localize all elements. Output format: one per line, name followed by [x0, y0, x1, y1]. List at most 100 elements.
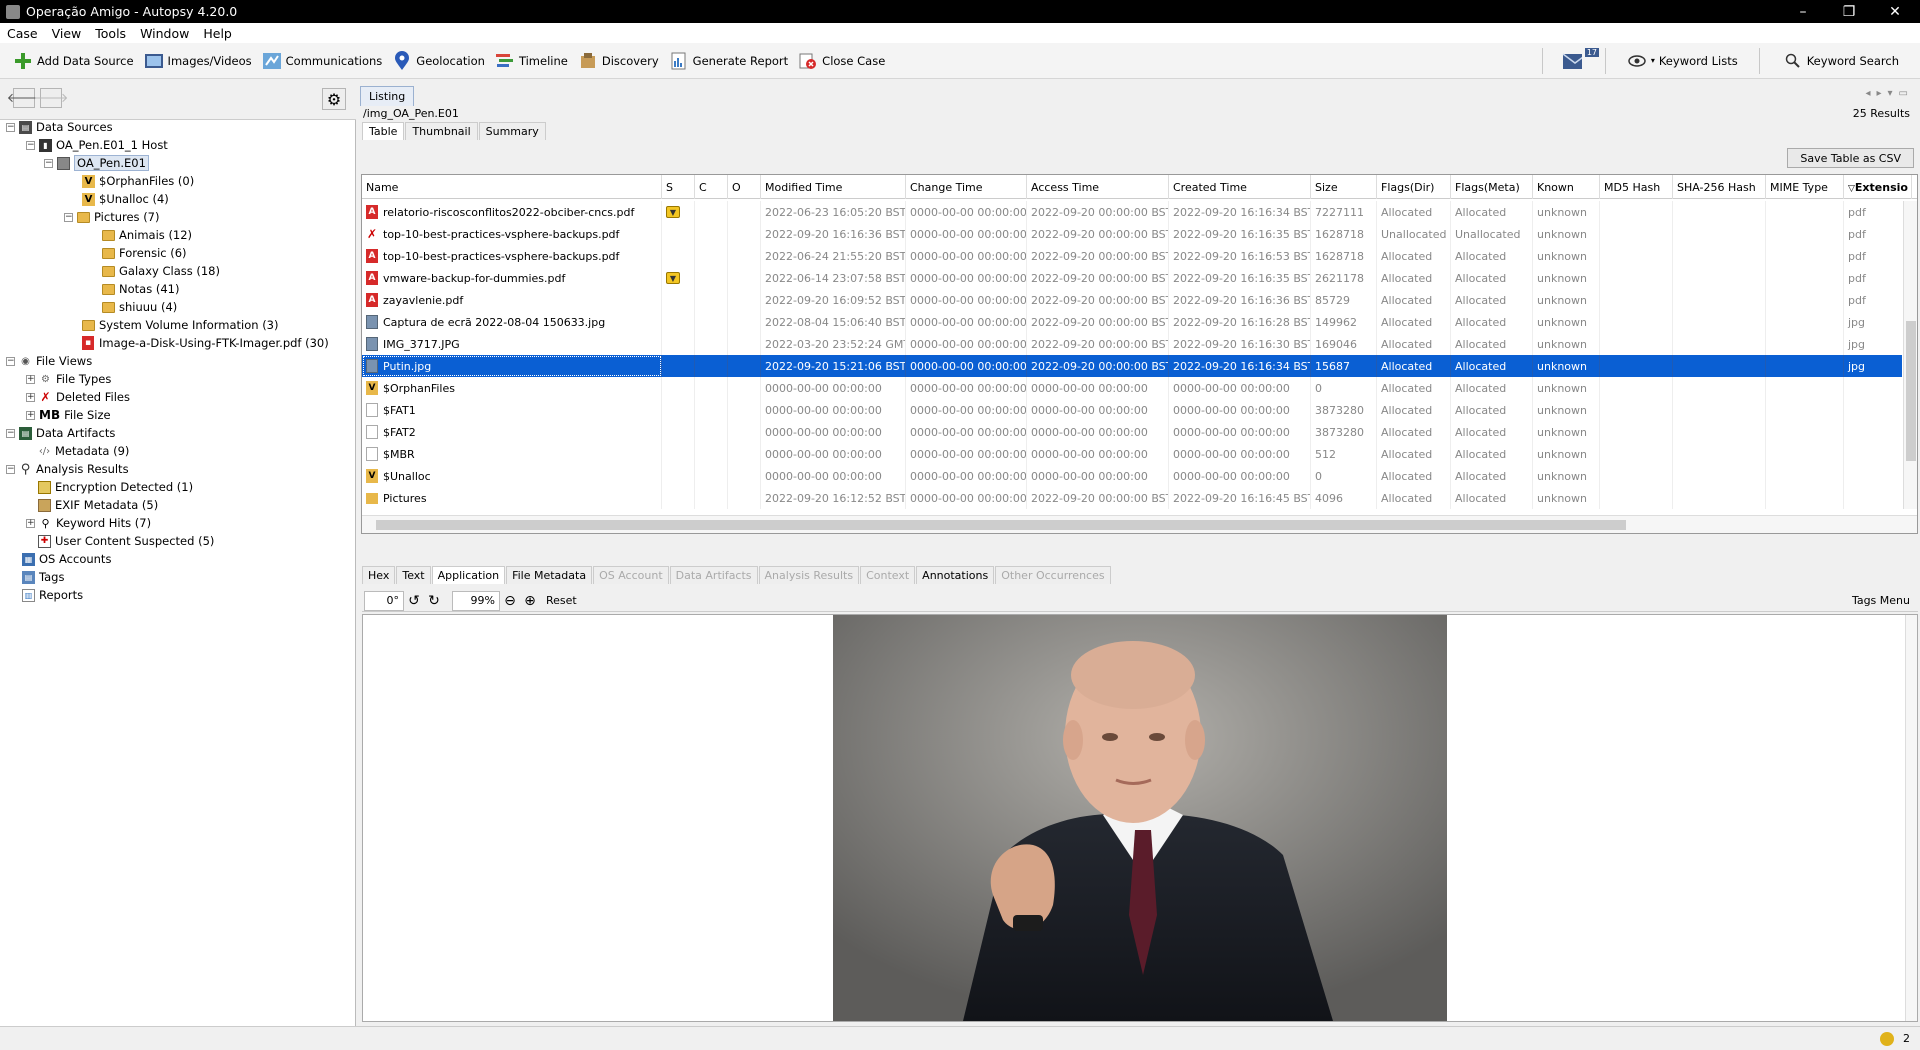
- table-row[interactable]: Captura de ecrã 2022-08-04 150633.jpg 202…: [362, 311, 1902, 333]
- tree-node-user-content[interactable]: ✚ User Content Suspected (5): [38, 532, 214, 550]
- col-header-access[interactable]: Access Time: [1027, 175, 1169, 199]
- tree-node-orphan-files[interactable]: V $OrphanFiles (0): [82, 172, 194, 190]
- col-header-o[interactable]: O: [728, 175, 761, 199]
- collapse-toggle[interactable]: −: [6, 356, 15, 366]
- settings-gear-icon[interactable]: ⚙: [322, 88, 346, 110]
- collapse-toggle[interactable]: −: [64, 212, 73, 222]
- tab-table[interactable]: Table: [362, 122, 405, 140]
- expand-toggle[interactable]: +: [26, 392, 35, 402]
- zoom-out-icon[interactable]: ⊖: [500, 591, 520, 611]
- col-header-flags-dir[interactable]: Flags(Dir): [1377, 175, 1451, 199]
- col-header-modified[interactable]: Modified Time: [761, 175, 906, 199]
- tree-node-data-artifacts[interactable]: − ▤ Data Artifacts: [6, 424, 115, 442]
- rotate-right-icon[interactable]: ↻: [424, 591, 444, 611]
- tree-node-ftk-pdf[interactable]: ▪ Image-a-Disk-Using-FTK-Imager.pdf (30): [82, 334, 329, 352]
- tree-node-image[interactable]: − OA_Pen.E01: [44, 154, 149, 172]
- tree-node-deleted-files[interactable]: + ✗ Deleted Files: [26, 388, 130, 406]
- menu-tools[interactable]: Tools: [88, 26, 133, 41]
- tree-node-pictures[interactable]: − Pictures (7): [64, 208, 160, 226]
- tree-node-analysis-results[interactable]: − ⚲ Analysis Results: [6, 460, 129, 478]
- tree-node-shiuuu[interactable]: shiuuu (4): [102, 298, 177, 316]
- table-row[interactable]: $FAT2 0000-00-00 00:00:00 0000-00-00 00:00…: [362, 421, 1902, 443]
- tree-node-reports[interactable]: ▥ Reports: [22, 586, 83, 604]
- table-row[interactable]: Putin.jpg 2022-09-20 15:21:06 BST 0000-00-…: [362, 355, 1902, 377]
- tab-thumbnail[interactable]: Thumbnail: [405, 122, 478, 140]
- collapse-toggle[interactable]: −: [6, 464, 15, 474]
- tab-application[interactable]: Application: [431, 566, 506, 584]
- table-row[interactable]: Avmware-backup-for-dummies.pdf ▼ 2022-06-1…: [362, 267, 1902, 289]
- table-row[interactable]: Atop-10-best-practices-vsphere-backups.p…: [362, 245, 1902, 267]
- tree-node-data-sources[interactable]: − ▤ Data Sources: [6, 118, 113, 136]
- table-row[interactable]: Pictures 2022-09-20 16:12:52 BST 0000-00-0…: [362, 487, 1902, 509]
- tree-node-file-size[interactable]: + MB File Size: [26, 406, 111, 424]
- rotation-field[interactable]: 0°: [364, 590, 404, 611]
- menu-help[interactable]: Help: [196, 26, 239, 41]
- add-data-source-button[interactable]: Add Data Source: [8, 46, 139, 76]
- table-row[interactable]: $MBR 0000-00-00 00:00:00 0000-00-00 00:00:…: [362, 443, 1902, 465]
- tree-node-file-types[interactable]: + ⚙ File Types: [26, 370, 111, 388]
- communications-button[interactable]: Communications: [257, 46, 388, 76]
- menu-case[interactable]: Case: [0, 26, 45, 41]
- table-row[interactable]: $FAT1 0000-00-00 00:00:00 0000-00-00 00:00…: [362, 399, 1902, 421]
- tree-node-galaxy-class[interactable]: Galaxy Class (18): [102, 262, 220, 280]
- zoom-in-icon[interactable]: ⊕: [520, 591, 540, 611]
- keyword-lists-button[interactable]: ▾ Keyword Lists: [1622, 46, 1743, 76]
- menu-window[interactable]: Window: [133, 26, 196, 41]
- tab-analysis-results[interactable]: Analysis Results: [758, 566, 860, 584]
- tree-node-exif[interactable]: EXIF Metadata (5): [38, 496, 158, 514]
- viewer-vertical-scrollbar[interactable]: [1905, 615, 1917, 1021]
- col-header-change[interactable]: Change Time: [906, 175, 1027, 199]
- collapse-toggle[interactable]: −: [26, 140, 35, 150]
- images-videos-button[interactable]: Images/Videos: [139, 46, 257, 76]
- col-header-sha256[interactable]: SHA-256 Hash: [1673, 175, 1766, 199]
- tab-summary[interactable]: Summary: [478, 122, 546, 140]
- col-header-md5[interactable]: MD5 Hash: [1600, 175, 1673, 199]
- close-case-button[interactable]: Close Case: [793, 46, 890, 76]
- geolocation-button[interactable]: Geolocation: [387, 46, 490, 76]
- tab-other-occurrences[interactable]: Other Occurrences: [995, 566, 1111, 584]
- col-header-flags-meta[interactable]: Flags(Meta): [1451, 175, 1533, 199]
- status-notification-icon[interactable]: [1880, 1032, 1894, 1046]
- tree-node-host[interactable]: − ▮ OA_Pen.E01_1 Host: [26, 136, 168, 154]
- col-header-size[interactable]: Size: [1311, 175, 1377, 199]
- table-horizontal-scrollbar[interactable]: [362, 515, 1917, 533]
- reset-button[interactable]: Reset: [546, 594, 577, 607]
- generate-report-button[interactable]: Generate Report: [664, 46, 794, 76]
- tab-hex[interactable]: Hex: [362, 566, 396, 584]
- tree-node-file-views[interactable]: − ◉ File Views: [6, 352, 92, 370]
- table-vertical-scrollbar[interactable]: [1903, 201, 1917, 509]
- table-row[interactable]: IMG_3717.JPG 2022-03-20 23:52:24 GMT 0000-…: [362, 333, 1902, 355]
- tree-node-unalloc[interactable]: V $Unalloc (4): [82, 190, 169, 208]
- timeline-button[interactable]: Timeline: [490, 46, 573, 76]
- scroll-thumb[interactable]: [1906, 321, 1916, 461]
- restore-button[interactable]: ❐: [1826, 0, 1872, 23]
- collapse-toggle[interactable]: −: [6, 428, 15, 438]
- tree-node-animais[interactable]: Animais (12): [102, 226, 192, 244]
- tree-node-os-accounts[interactable]: ▦ OS Accounts: [22, 550, 111, 568]
- tree-node-notas[interactable]: Notas (41): [102, 280, 179, 298]
- tree-node-tags[interactable]: ▤ Tags: [22, 568, 64, 586]
- tab-context[interactable]: Context: [860, 566, 916, 584]
- forward-button[interactable]: 🡒: [34, 88, 68, 108]
- scroll-thumb[interactable]: [376, 520, 1626, 530]
- col-header-c[interactable]: C: [695, 175, 728, 199]
- close-window-button[interactable]: ✕: [1872, 0, 1918, 23]
- table-row[interactable]: V $OrphanFiles 0000-00-00 00:00:00 0000-00-…: [362, 377, 1902, 399]
- expand-toggle[interactable]: +: [26, 374, 35, 384]
- menu-view[interactable]: View: [45, 26, 89, 41]
- table-row[interactable]: Arelatorio-riscosconflitos2022-obciber-c…: [362, 201, 1902, 223]
- col-header-extension[interactable]: ▽Extensio: [1844, 175, 1912, 199]
- tree-node-metadata[interactable]: ‹/› Metadata (9): [38, 442, 130, 460]
- col-header-mime[interactable]: MIME Type: [1766, 175, 1844, 199]
- tree-node-keyword-hits[interactable]: + ⚲ Keyword Hits (7): [26, 514, 151, 532]
- tab-text[interactable]: Text: [396, 566, 431, 584]
- rotate-left-icon[interactable]: ↺: [404, 591, 424, 611]
- col-header-name[interactable]: Name: [362, 175, 662, 199]
- tab-listing[interactable]: Listing: [360, 86, 415, 106]
- tab-data-artifacts[interactable]: Data Artifacts: [669, 566, 758, 584]
- tags-menu-button[interactable]: Tags Menu: [1852, 594, 1910, 607]
- back-button[interactable]: 🡐: [7, 88, 41, 108]
- expand-toggle[interactable]: +: [26, 410, 35, 420]
- expand-toggle[interactable]: +: [26, 518, 35, 528]
- col-header-s[interactable]: S: [662, 175, 695, 199]
